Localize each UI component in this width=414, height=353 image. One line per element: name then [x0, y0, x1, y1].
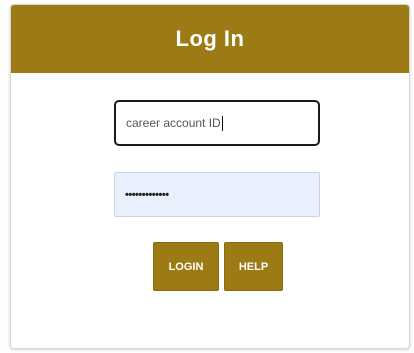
- help-button[interactable]: HELP: [224, 242, 283, 291]
- text-caret: [221, 115, 223, 131]
- login-button-label: LOGIN: [168, 260, 204, 273]
- password-input[interactable]: •••••••••••••: [114, 172, 320, 217]
- login-button[interactable]: LOGIN: [153, 242, 219, 291]
- career-account-id-value: career account ID: [126, 116, 221, 130]
- career-account-id-input[interactable]: career account ID: [114, 100, 320, 146]
- password-masked-value: •••••••••••••: [125, 188, 169, 201]
- help-button-label: HELP: [238, 260, 269, 273]
- login-header: Log In: [11, 5, 409, 73]
- login-card: Log In career account ID ••••••••••••• L…: [10, 4, 410, 349]
- login-title: Log In: [175, 26, 245, 51]
